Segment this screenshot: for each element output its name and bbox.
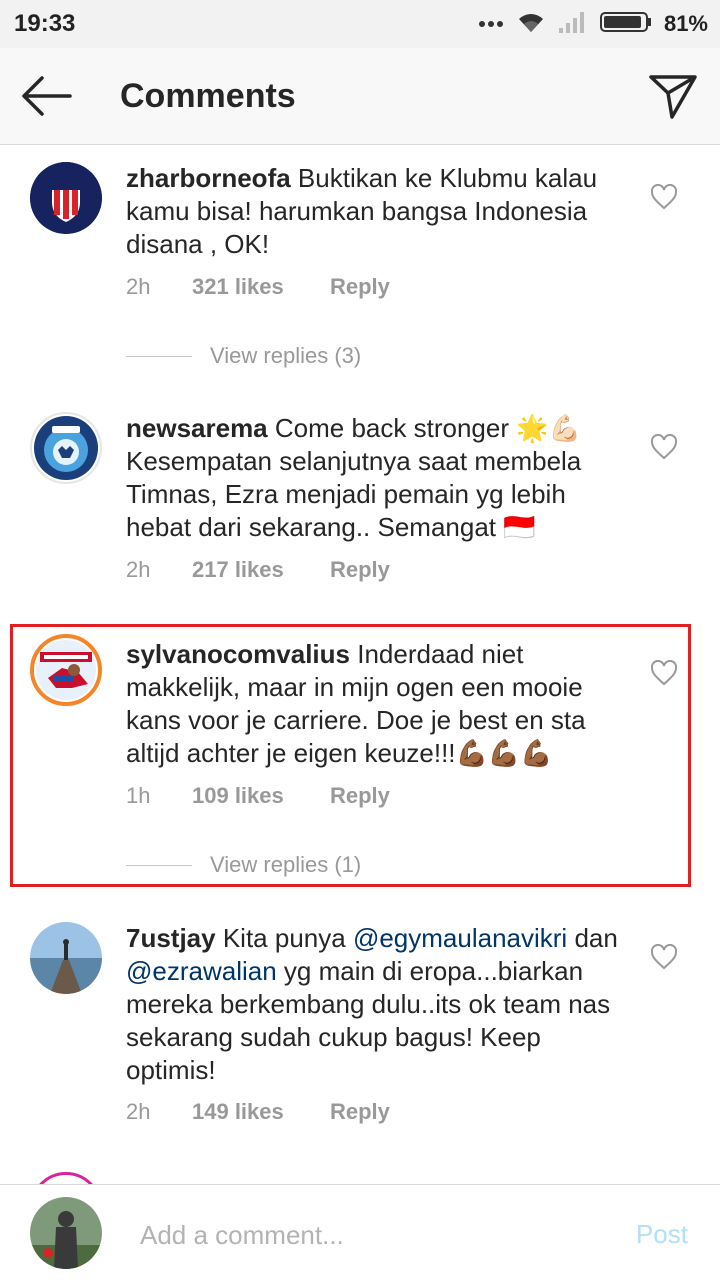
battery-percent: 81% [663, 11, 708, 36]
heart-icon[interactable] [650, 434, 678, 460]
reply-button[interactable]: Reply [330, 783, 390, 809]
club-badge-icon [30, 162, 102, 234]
comment-likes[interactable]: 109 likes [192, 783, 330, 809]
heart-icon[interactable] [650, 184, 678, 210]
send-icon [649, 75, 697, 119]
reply-button[interactable]: Reply [330, 1099, 390, 1125]
battery-icon [599, 11, 652, 38]
back-arrow-icon [22, 76, 72, 116]
more-dots-icon [478, 15, 504, 33]
view-replies-label: View replies (3) [210, 343, 362, 368]
comment-time: 2h [126, 1099, 151, 1124]
user-avatar [30, 1197, 102, 1269]
comment-likes[interactable]: 149 likes [192, 1099, 330, 1125]
status-time: 19:33 [14, 10, 76, 37]
arema-lion-icon [34, 416, 98, 480]
view-replies-button[interactable]: View replies (1) [126, 850, 361, 880]
comment-username[interactable]: 7ustjay [126, 923, 216, 953]
avatar[interactable] [30, 162, 102, 234]
avatar[interactable] [30, 634, 102, 706]
view-replies-button[interactable]: View replies (3) [126, 341, 361, 371]
page-title: Comments [120, 77, 296, 115]
mention-link[interactable]: @egymaulanavikri [353, 923, 567, 953]
comment-input[interactable] [140, 1217, 600, 1253]
comment-username[interactable]: zharborneofa [126, 163, 291, 193]
heart-icon[interactable] [650, 660, 678, 686]
comment-composer: Post [0, 1184, 720, 1280]
user-photo-icon [30, 1197, 102, 1269]
comment-time: 2h [126, 274, 151, 299]
mention-link[interactable]: @ezrawalian [126, 956, 277, 986]
signal-icon [558, 10, 588, 39]
wifi-icon [516, 10, 546, 39]
heart-icon[interactable] [650, 944, 678, 970]
comment-time: 2h [126, 557, 151, 582]
comment-meta: 1h 109 likes Reply [126, 781, 390, 811]
comment-text: Kita punya [222, 923, 346, 953]
comment-body: zharborneofa Buktikan ke Klubmu kalau ka… [126, 162, 626, 261]
comment-likes[interactable]: 217 likes [192, 557, 330, 583]
post-button[interactable]: Post [636, 1219, 688, 1250]
reply-button[interactable]: Reply [330, 557, 390, 583]
share-button[interactable] [648, 72, 698, 122]
comment-body: newsarema Come back stronger 🌟💪🏻 Kesempa… [126, 412, 626, 544]
comment-body: 7ustjay Kita punya @egymaulanavikri dan … [126, 922, 626, 1087]
comment-meta: 2h 321 likes Reply [126, 272, 390, 302]
reply-button[interactable]: Reply [330, 274, 390, 300]
status-bar: 19:33 81% [0, 0, 720, 48]
pier-photo-icon [30, 922, 102, 994]
status-icons: 81% [478, 10, 708, 38]
comment-text: dan [574, 923, 618, 953]
divider [126, 864, 192, 866]
comment-username[interactable]: sylvanocomvalius [126, 639, 350, 669]
comment-time: 1h [126, 783, 151, 808]
comment-username[interactable]: newsarema [126, 413, 268, 443]
divider [126, 355, 192, 357]
avatar[interactable] [30, 412, 102, 484]
avatar[interactable] [30, 922, 102, 994]
comment-meta: 2h 217 likes Reply [126, 555, 390, 585]
view-replies-label: View replies (1) [210, 852, 362, 877]
comment-meta: 2h 149 likes Reply [126, 1097, 390, 1127]
back-button[interactable] [20, 74, 76, 118]
header: Comments [0, 48, 720, 145]
comment-likes[interactable]: 321 likes [192, 274, 330, 300]
comment-body: sylvanocomvalius Inderdaad niet makkelij… [126, 638, 626, 770]
super-sylvano-icon [36, 640, 96, 700]
